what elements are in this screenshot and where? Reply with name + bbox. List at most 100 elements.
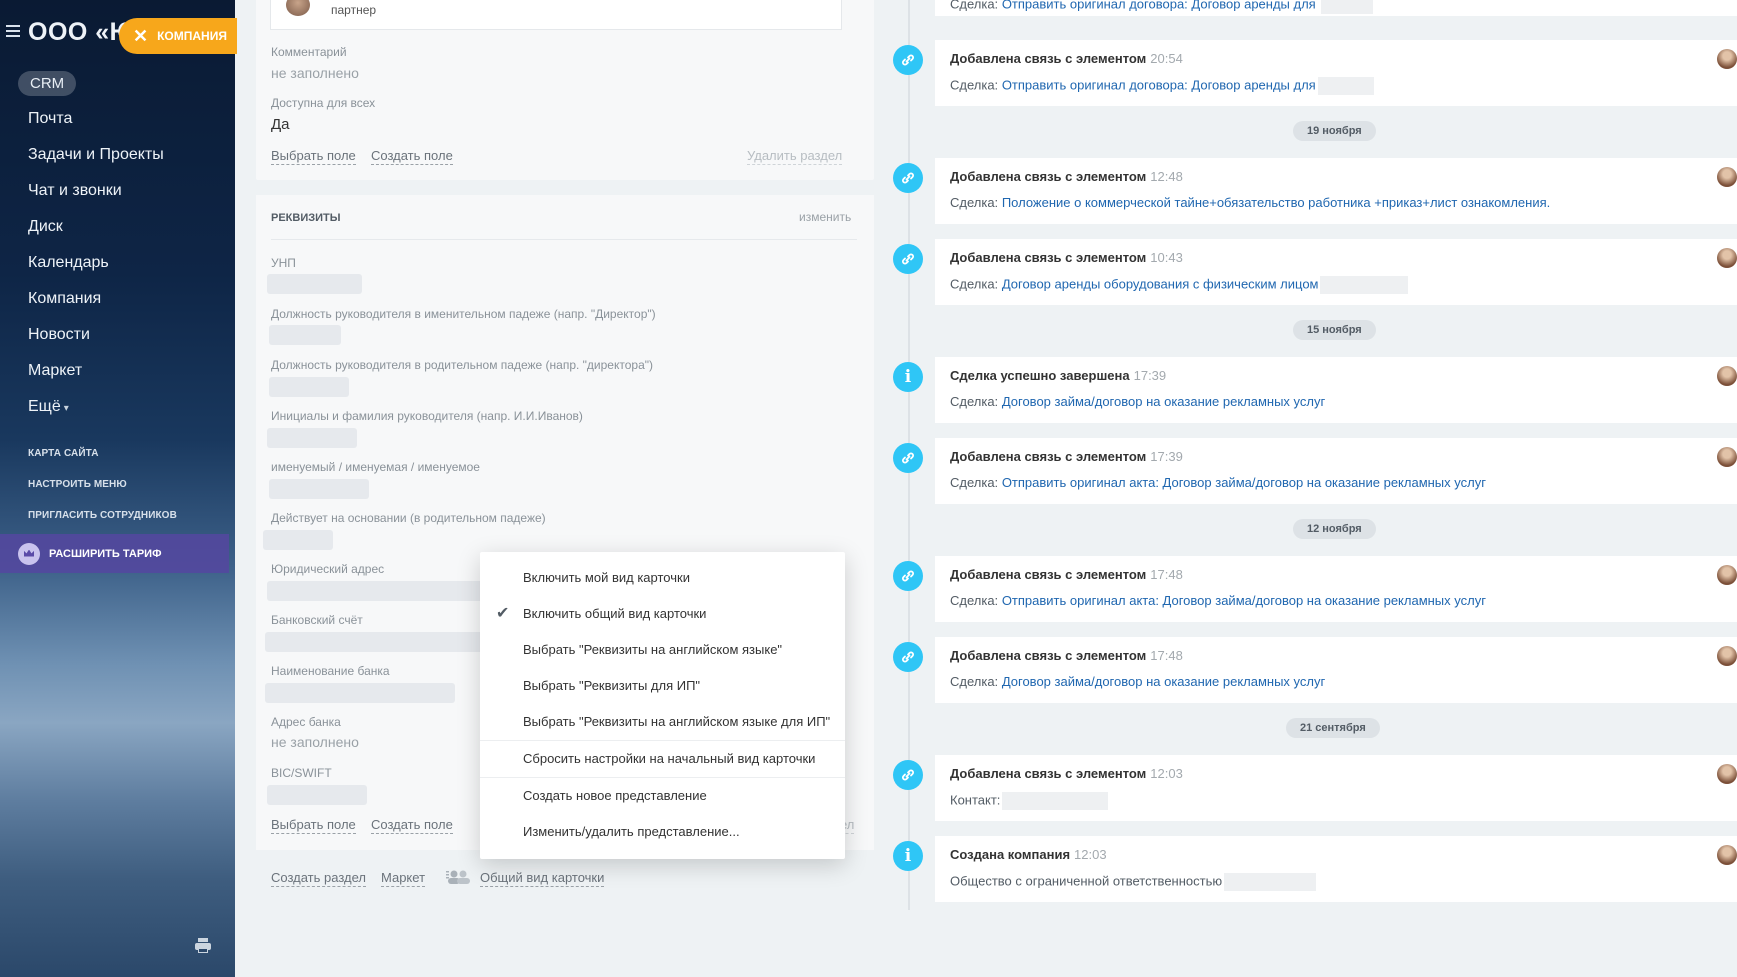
avatar[interactable]: [1717, 447, 1737, 467]
item-title: Добавлена связь с элементом: [950, 766, 1147, 781]
sidebar-item-calendar[interactable]: Календарь: [28, 252, 164, 288]
link-icon: [893, 244, 923, 274]
requisites-edit-link[interactable]: изменить: [799, 210, 851, 224]
unp-value[interactable]: [267, 274, 362, 294]
timeline-item-title: Добавлена связь с элементом 17:48: [950, 567, 1183, 582]
timeline-item: Добавлена связь с элементом 10:43 Сделка:…: [935, 239, 1737, 305]
item-link[interactable]: Отправить оригинал договора: Договор аре…: [1002, 0, 1316, 11]
item-title: Сделка успешно завершена: [950, 368, 1130, 383]
item-link[interactable]: Отправить оригинал акта: Договор займа/д…: [1002, 475, 1486, 490]
menu-icon[interactable]: [6, 25, 20, 39]
sidebar-item-more[interactable]: Ещё ▾: [28, 396, 164, 432]
select-field-link-2[interactable]: Выбрать поле: [271, 817, 356, 834]
avatar[interactable]: [1717, 167, 1737, 187]
market-link[interactable]: Маркет: [381, 870, 426, 887]
avatar[interactable]: [1717, 49, 1737, 69]
item-prefix: Общество с ограниченной ответственностью: [950, 873, 1223, 889]
configure-menu-link[interactable]: НАСТРОИТЬ МЕНЮ: [28, 479, 177, 510]
avatar[interactable]: [1717, 845, 1737, 865]
timeline-item-sub: Сделка: Договор займа/договор на оказани…: [950, 394, 1325, 409]
delete-section-link[interactable]: Удалить раздел: [747, 148, 843, 165]
card-view-menu: Включить мой вид карточки ✔ Включить общи…: [480, 552, 845, 859]
timeline-item-sub: Сделка: Положение о коммерческой тайне+о…: [950, 195, 1550, 210]
public-value[interactable]: Да: [271, 116, 290, 133]
info-icon: i: [893, 841, 923, 871]
sidebar-item-tasks[interactable]: Задачи и Проекты: [28, 144, 164, 180]
item-prefix: Сделка:: [950, 195, 999, 210]
avatar[interactable]: [1717, 646, 1737, 666]
menu-item-english-ip-requisites[interactable]: Выбрать "Реквизиты на английском языке д…: [480, 704, 845, 740]
timeline-item-title: Создана компания 12:03: [950, 847, 1107, 862]
legal-address-value[interactable]: [267, 581, 497, 601]
timeline-item: Добавлена связь с элементом 17:39 Сделка:…: [935, 438, 1737, 504]
menu-item-ip-requisites[interactable]: Выбрать "Реквизиты для ИП": [480, 668, 845, 704]
create-field-link[interactable]: Создать поле: [371, 148, 453, 165]
timeline-item: Добавлена связь с элементом 17:48 Сделка:…: [935, 556, 1737, 622]
sidebar-item-mail[interactable]: Почта: [28, 108, 164, 144]
menu-item-common-view[interactable]: ✔ Включить общий вид карточки: [480, 596, 845, 632]
avatar[interactable]: [286, 0, 310, 16]
comment-value[interactable]: не заполнено: [271, 65, 359, 81]
sidebar-item-disk[interactable]: Диск: [28, 216, 164, 252]
company-chip[interactable]: ✕ КОМПАНИЯ: [119, 18, 237, 54]
timeline-item-sub: Сделка: Отправить оригинал акта: Договор…: [950, 475, 1486, 490]
item-link[interactable]: Отправить оригинал акта: Договор займа/д…: [1002, 593, 1486, 608]
create-field-link-2[interactable]: Создать поле: [371, 817, 453, 834]
item-prefix: Сделка:: [950, 475, 999, 490]
named-value[interactable]: [269, 479, 369, 499]
timeline-item-sub: Сделка: Отправить оригинал договора: Дог…: [950, 0, 1374, 14]
bic-value[interactable]: [267, 785, 367, 805]
item-link[interactable]: Положение о коммерческой тайне+обязатель…: [1002, 195, 1550, 210]
basis-value[interactable]: [263, 530, 333, 550]
initials-value[interactable]: [267, 428, 357, 448]
menu-item-create-view[interactable]: Создать новое представление: [480, 778, 845, 814]
create-section-link[interactable]: Создать раздел: [271, 870, 366, 887]
sidebar-item-market[interactable]: Маркет: [28, 360, 164, 396]
avatar[interactable]: [1717, 248, 1737, 268]
item-prefix: Контакт:: [950, 792, 1001, 808]
director-nom-value[interactable]: [269, 325, 341, 345]
item-link[interactable]: Договор займа/договор на оказание реклам…: [1002, 674, 1325, 689]
print-icon[interactable]: [195, 938, 211, 954]
item-title: Добавлена связь с элементом: [950, 51, 1147, 66]
menu-item-reset-view[interactable]: Сбросить настройки на начальный вид карт…: [480, 741, 845, 777]
timeline-item: Сделка успешно завершена 17:39 Сделка: До…: [935, 357, 1737, 423]
avatar[interactable]: [1717, 565, 1737, 585]
sidebar-item-news[interactable]: Новости: [28, 324, 164, 360]
item-time: 12:48: [1150, 169, 1183, 184]
select-field-link[interactable]: Выбрать поле: [271, 148, 356, 165]
link-icon: [893, 443, 923, 473]
menu-item-english-requisites[interactable]: Выбрать "Реквизиты на английском языке": [480, 632, 845, 668]
avatar[interactable]: [1717, 366, 1737, 386]
sidebar-item-crm[interactable]: CRM: [18, 71, 77, 96]
upgrade-plan-button[interactable]: РАСШИРИТЬ ТАРИФ: [0, 534, 229, 573]
menu-item-edit-view[interactable]: Изменить/удалить представление...: [480, 814, 845, 850]
date-separator: 21 сентября: [1286, 718, 1380, 738]
sidebar-item-company[interactable]: Компания: [28, 288, 164, 324]
sidebar-secondary: КАРТА САЙТА НАСТРОИТЬ МЕНЮ ПРИГЛАСИТЬ СО…: [28, 448, 177, 541]
timeline-item-title: Добавлена связь с элементом 17:39: [950, 449, 1183, 464]
director-gen-label: Должность руководителя в родительном пад…: [271, 358, 654, 372]
menu-item-my-view[interactable]: Включить мой вид карточки: [480, 560, 845, 596]
item-link[interactable]: Договор аренды оборудования с физическим…: [1002, 276, 1319, 291]
sitemap-link[interactable]: КАРТА САЙТА: [28, 448, 177, 479]
bank-address-value[interactable]: не заполнено: [271, 734, 359, 750]
requisites-title: РЕКВИЗИТЫ: [271, 212, 341, 224]
item-prefix: Сделка:: [950, 674, 999, 689]
sidebar-item-chat[interactable]: Чат и звонки: [28, 180, 164, 216]
item-link[interactable]: Отправить оригинал договора: Договор аре…: [1002, 77, 1316, 92]
director-gen-value[interactable]: [269, 377, 349, 397]
timeline-item-sub: Сделка: Отправить оригинал акта: Договор…: [950, 593, 1486, 608]
avatar[interactable]: [1717, 764, 1737, 784]
redacted-text: [1320, 276, 1409, 294]
bank-account-value[interactable]: [265, 632, 491, 652]
bank-address-label: Адрес банка: [271, 715, 341, 729]
item-link[interactable]: Договор займа/договор на оказание реклам…: [1002, 394, 1325, 409]
bank-name-value[interactable]: [265, 683, 455, 703]
close-icon[interactable]: ✕: [133, 27, 148, 45]
about-card: партнер Комментарий не заполнено Доступн…: [256, 0, 874, 180]
common-view-link[interactable]: Общий вид карточки: [480, 870, 605, 887]
timeline-item: Сделка: Отправить оригинал договора: Дог…: [935, 0, 1737, 16]
item-prefix: Сделка:: [950, 394, 999, 409]
bank-account-label: Банковский счёт: [271, 613, 363, 627]
